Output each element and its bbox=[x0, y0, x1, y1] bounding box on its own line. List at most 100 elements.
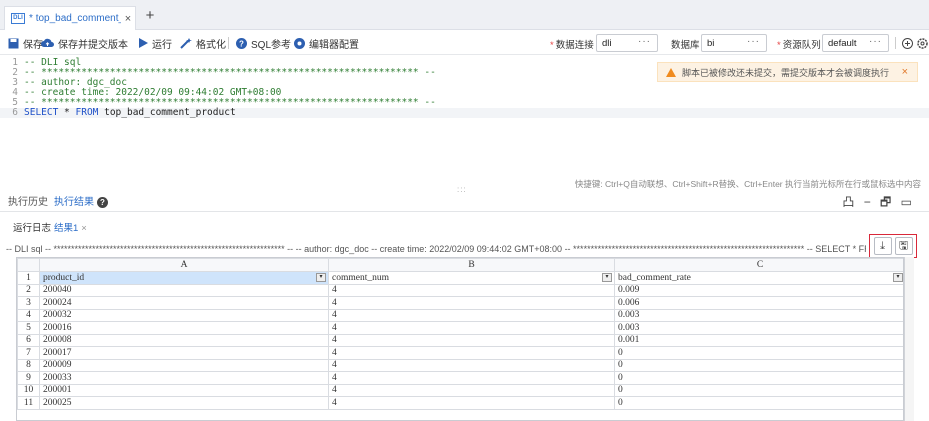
cell[interactable]: 200024 bbox=[39, 296, 329, 310]
corner-cell bbox=[17, 258, 40, 272]
header-row: 1 product_id ▾ comment_num ▾ bad_comment_r… bbox=[17, 271, 903, 285]
cell[interactable]: 0.009 bbox=[614, 283, 903, 297]
row-number: 5 bbox=[17, 321, 40, 335]
row-number: 9 bbox=[17, 371, 40, 385]
cell[interactable]: 200025 bbox=[39, 396, 329, 410]
tab-history[interactable]: 执行历史 bbox=[8, 193, 48, 208]
grid-scrollbar[interactable] bbox=[904, 257, 914, 421]
editor-config-button[interactable]: 编辑器配置 bbox=[294, 35, 359, 51]
cell[interactable]: 4 bbox=[328, 396, 615, 410]
cell[interactable]: 200032 bbox=[39, 308, 329, 322]
save-button[interactable]: 保存 bbox=[8, 35, 43, 51]
column-letter[interactable]: C bbox=[614, 258, 903, 272]
unsaved-warning-banner: 脚本已被修改还未提交，需提交版本才会被调度执行 × bbox=[657, 62, 918, 82]
cell[interactable]: 4 bbox=[328, 383, 615, 397]
tab-close-icon[interactable]: × bbox=[121, 13, 135, 25]
cell[interactable]: 0.003 bbox=[614, 321, 903, 335]
table-row: 2 200040 4 0.009 bbox=[17, 283, 903, 297]
cell[interactable]: 4 bbox=[328, 283, 615, 297]
cell[interactable]: 4 bbox=[328, 308, 615, 322]
add-button[interactable] bbox=[902, 35, 913, 51]
toolbar-divider bbox=[895, 37, 896, 49]
cell[interactable]: 200017 bbox=[39, 346, 329, 360]
row-number: 11 bbox=[17, 396, 40, 410]
run-button[interactable]: 运行 bbox=[139, 35, 172, 51]
dli-icon: DLI bbox=[11, 13, 25, 24]
table-row: 5 200016 4 0.003 bbox=[17, 321, 903, 335]
toolbar: 保存 保存并提交版本 运行 格式化 ? SQL参考 编辑器配置 * 数据连接 dl… bbox=[0, 31, 929, 55]
header-cell-product-id[interactable]: product_id ▾ bbox=[39, 271, 329, 285]
sql-reference-button[interactable]: ? SQL参考 bbox=[236, 35, 291, 51]
cell[interactable]: 4 bbox=[328, 333, 615, 347]
panel-window-controls[interactable]: 凸 − 🗗 ▭ bbox=[842, 193, 915, 214]
cell[interactable]: 200040 bbox=[39, 283, 329, 297]
row-number: 10 bbox=[17, 383, 40, 397]
cell[interactable]: 4 bbox=[328, 358, 615, 372]
more-icon: ··· bbox=[869, 36, 882, 47]
cell[interactable]: 0.003 bbox=[614, 308, 903, 322]
add-tab-button[interactable]: + bbox=[141, 7, 159, 24]
data-connection-select[interactable]: dli ··· bbox=[596, 34, 658, 52]
cell[interactable]: 200001 bbox=[39, 383, 329, 397]
column-letter-row: A B C bbox=[17, 258, 903, 272]
column-letter[interactable]: A bbox=[39, 258, 329, 272]
cell[interactable]: 200033 bbox=[39, 371, 329, 385]
plus-circle-icon bbox=[902, 37, 913, 49]
svg-text:?: ? bbox=[239, 39, 244, 48]
download-button[interactable]: ⤓ bbox=[873, 237, 892, 255]
filter-dropdown-icon[interactable]: ▾ bbox=[602, 273, 612, 282]
tab-top-bad-comment[interactable]: DLI * top_bad_comment_p × bbox=[4, 6, 136, 30]
cell[interactable]: 4 bbox=[328, 321, 615, 335]
cell[interactable]: 4 bbox=[328, 371, 615, 385]
gear-icon bbox=[917, 37, 928, 49]
result-grid[interactable]: A B C 1 product_id ▾ comment_num ▾ bad_com… bbox=[16, 257, 904, 421]
database-label: 数据库 bbox=[671, 40, 700, 51]
row-number: 7 bbox=[17, 346, 40, 360]
cell[interactable]: 4 bbox=[328, 296, 615, 310]
column-letter[interactable]: B bbox=[328, 258, 615, 272]
cell[interactable]: 0 bbox=[614, 346, 903, 360]
header-cell-comment-num[interactable]: comment_num ▾ bbox=[328, 271, 615, 285]
more-icon: ··· bbox=[747, 36, 760, 47]
database-select[interactable]: bi ··· bbox=[701, 34, 767, 52]
cell[interactable]: 200009 bbox=[39, 358, 329, 372]
row-number: 4 bbox=[17, 308, 40, 322]
cell[interactable]: 200016 bbox=[39, 321, 329, 335]
tab-bar: DLI * top_bad_comment_p × + bbox=[0, 0, 929, 30]
magic-wand-icon bbox=[180, 37, 192, 49]
result-subtabs: 运行日志 结果1 × bbox=[0, 214, 929, 236]
toolbar-divider bbox=[228, 37, 229, 49]
editor-line-active: 6 SELECT * FROM top_bad_comment_product bbox=[0, 108, 929, 118]
filter-dropdown-icon[interactable]: ▾ bbox=[316, 273, 326, 282]
cell[interactable]: 0 bbox=[614, 396, 903, 410]
cell[interactable]: 0 bbox=[614, 383, 903, 397]
more-icon: ··· bbox=[638, 36, 651, 47]
cell[interactable]: 0.006 bbox=[614, 296, 903, 310]
cell[interactable]: 0 bbox=[614, 371, 903, 385]
row-number: 2 bbox=[17, 283, 40, 297]
save-result-button[interactable]: 🖫 bbox=[894, 237, 913, 255]
format-button[interactable]: 格式化 bbox=[180, 35, 226, 51]
cell[interactable]: 4 bbox=[328, 346, 615, 360]
tab-title: * top_bad_comment_p bbox=[29, 13, 121, 24]
help-icon[interactable]: ? bbox=[97, 197, 108, 208]
header-cell-bad-comment-rate[interactable]: bad_comment_rate ▾ bbox=[614, 271, 903, 285]
table-row: 7 200017 4 0 bbox=[17, 346, 903, 360]
cell[interactable]: 0.001 bbox=[614, 333, 903, 347]
close-warning-icon[interactable]: × bbox=[902, 66, 908, 78]
settings-button[interactable] bbox=[917, 35, 928, 51]
export-actions: ⤓ 🖫 bbox=[869, 234, 917, 258]
cell[interactable]: 200008 bbox=[39, 333, 329, 347]
warning-icon bbox=[666, 67, 676, 77]
filter-dropdown-icon[interactable]: ▾ bbox=[893, 273, 903, 282]
tab-result-1[interactable]: 结果1 × bbox=[54, 220, 87, 234]
result-tabs: 执行历史 执行结果? bbox=[0, 188, 929, 212]
download-icon: ⤓ bbox=[880, 239, 885, 252]
save-submit-button[interactable]: 保存并提交版本 bbox=[41, 35, 128, 51]
cell[interactable]: 0 bbox=[614, 358, 903, 372]
tab-results[interactable]: 执行结果? bbox=[54, 193, 108, 208]
row-number: 8 bbox=[17, 358, 40, 372]
tab-run-log[interactable]: 运行日志 bbox=[13, 220, 51, 234]
queue-select[interactable]: default ··· bbox=[822, 34, 889, 52]
close-tab-icon[interactable]: × bbox=[81, 223, 87, 234]
